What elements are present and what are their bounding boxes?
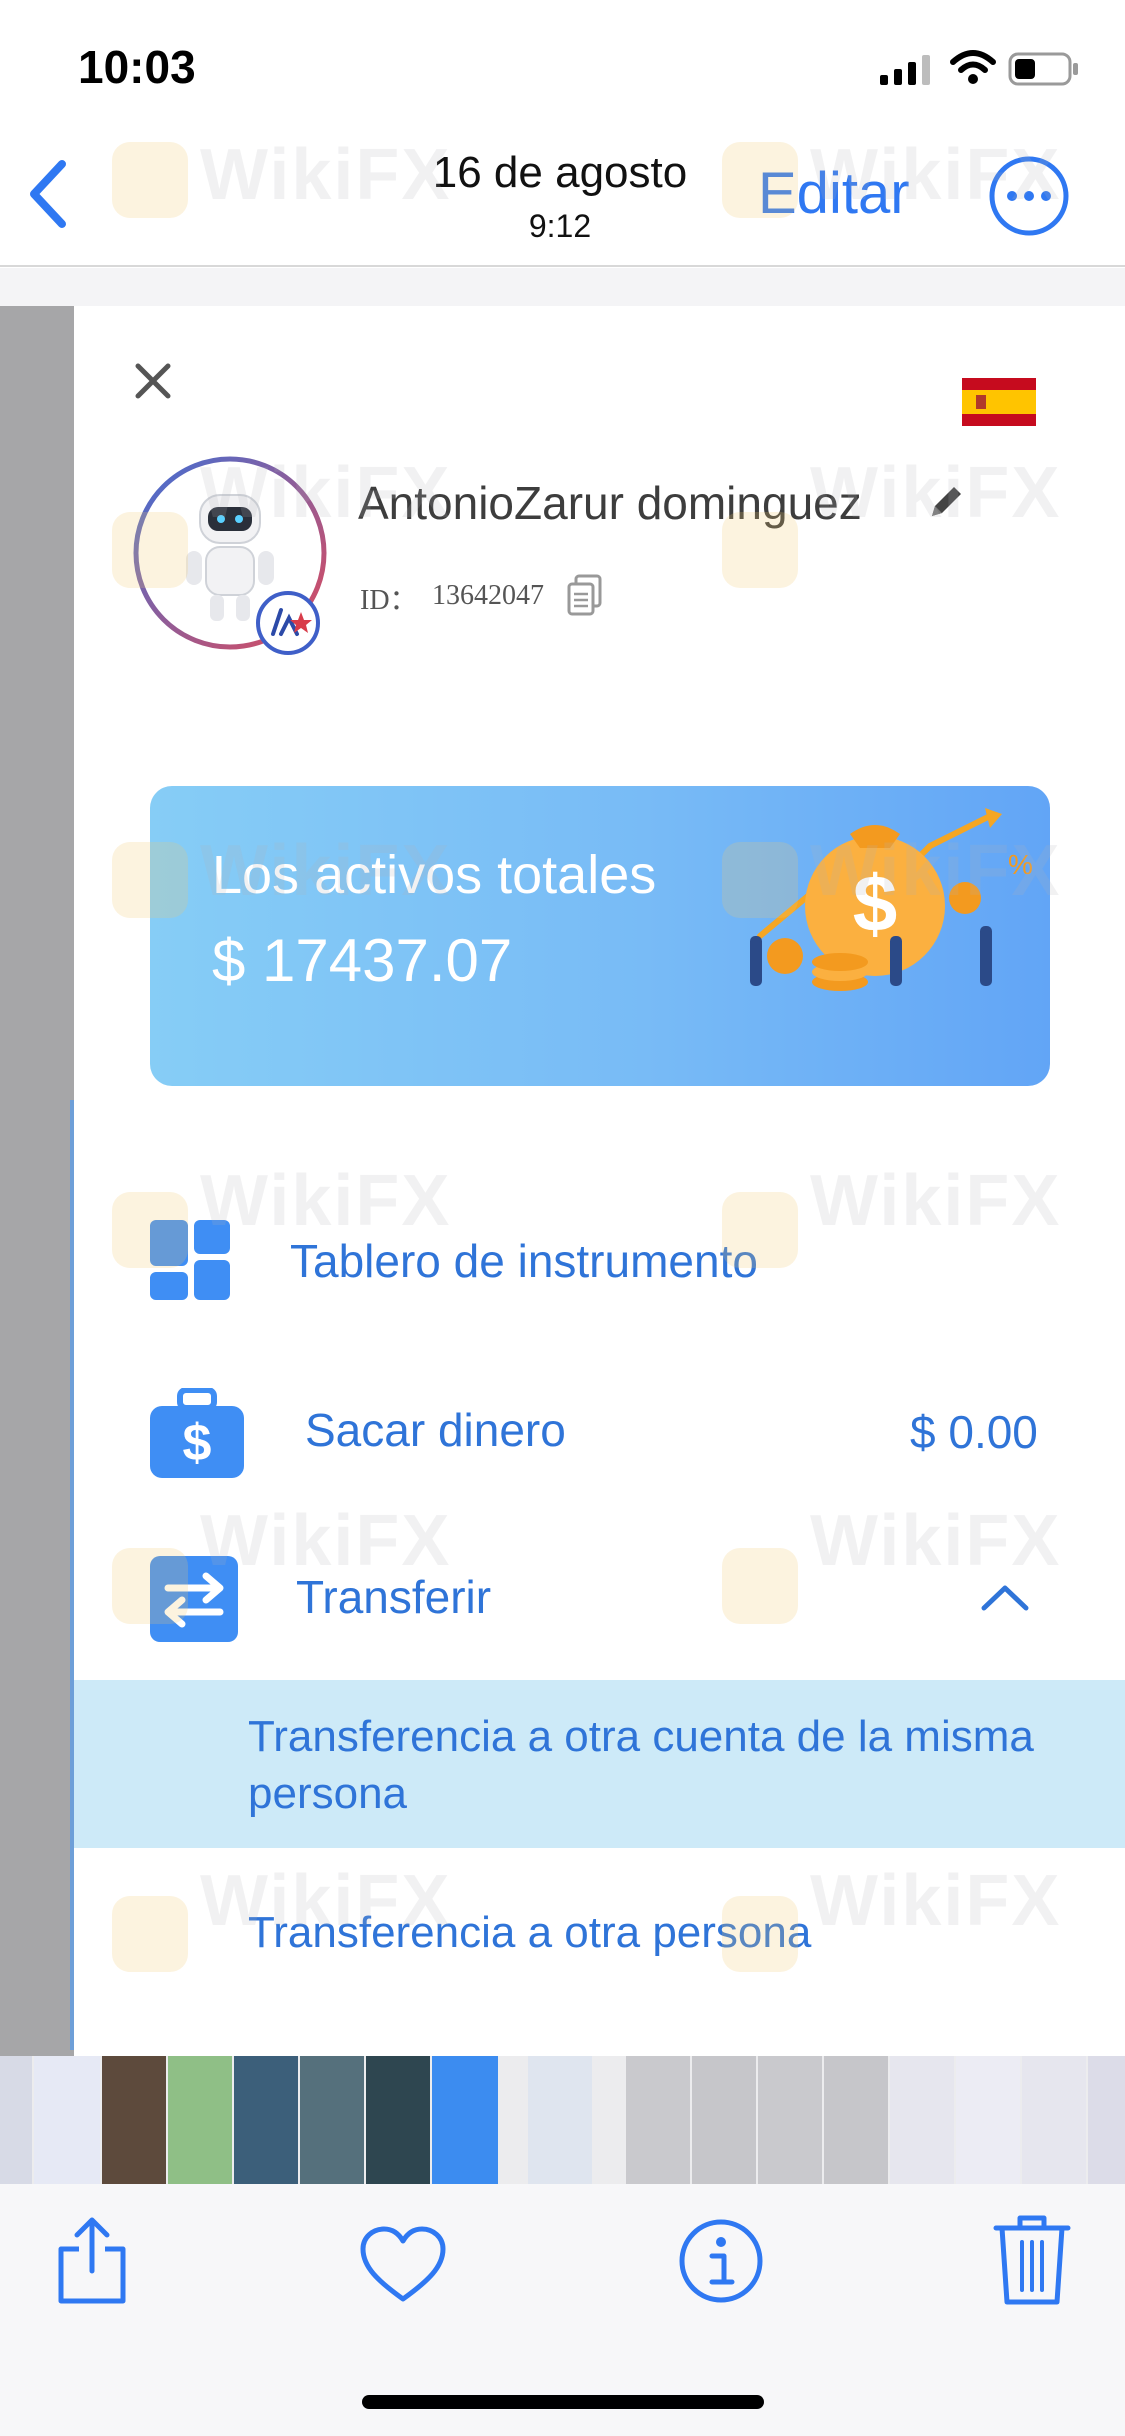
watermark-logo [722,1192,798,1268]
watermark: WikiFX [810,1861,1062,1941]
thumbnail[interactable] [0,2056,32,2184]
watermark: WikiFX [200,831,452,911]
wallet-dollar-icon: $ [150,1388,244,1478]
thumbnail[interactable] [1022,2056,1086,2184]
svg-text:$: $ [183,1414,212,1472]
watermark-logo [722,1896,798,1972]
share-icon[interactable] [55,2215,129,2305]
menu-item-dashboard[interactable]: Tablero de instrumento [290,1234,758,1288]
battery-icon [1008,52,1078,86]
thumbnail[interactable] [1088,2056,1125,2184]
back-chevron-icon[interactable] [24,158,74,230]
watermark-logo [722,842,798,918]
withdraw-amount: $ 0.00 [910,1406,1038,1458]
watermark: WikiFX [200,1501,452,1581]
watermark-logo [112,512,188,588]
thumbnail[interactable] [956,2056,1020,2184]
thumbnail[interactable] [234,2056,298,2184]
copy-icon[interactable] [566,574,604,618]
watermark-logo [722,1548,798,1624]
watermark: WikiFX [810,1161,1062,1241]
thumbnail[interactable] [102,2056,166,2184]
thumbnail[interactable] [366,2056,430,2184]
watermark: WikiFX [200,135,452,215]
spain-flag-icon [962,378,1036,426]
watermark: WikiFX [200,453,452,533]
thumbnail[interactable] [890,2056,954,2184]
watermark-logo [722,512,798,588]
vip-badge-icon [256,591,320,655]
home-indicator[interactable] [362,2395,764,2409]
watermark: WikiFX [810,831,1062,911]
thumbnail[interactable] [168,2056,232,2184]
watermark-logo [112,142,188,218]
info-icon[interactable] [678,2218,764,2304]
watermark: WikiFX [810,453,1062,533]
status-time: 10:03 [78,41,196,93]
watermark: WikiFX [810,1501,1062,1581]
close-icon[interactable] [132,360,174,402]
cellular-signal-icon [880,55,930,85]
thumbnail[interactable] [300,2056,364,2184]
watermark-logo [112,1896,188,1972]
profile-id-label: ID： [360,585,418,616]
thumbnail[interactable] [758,2056,822,2184]
thumbnail-strip[interactable] [0,2056,1125,2184]
watermark: WikiFX [200,1861,452,1941]
trash-icon[interactable] [992,2212,1072,2308]
screenshot-overlay-strip [0,306,74,2056]
watermark-logo [112,842,188,918]
watermark-logo [722,142,798,218]
thumbnail[interactable] [824,2056,888,2184]
heart-icon[interactable] [358,2225,448,2305]
nav-divider [0,265,1125,267]
chevron-up-icon[interactable] [980,1582,1030,1612]
thumbnail[interactable] [626,2056,690,2184]
menu-item-withdraw[interactable]: Sacar dinero [305,1403,566,1457]
total-assets-amount: $ 17437.07 [212,927,513,994]
thumbnail[interactable] [432,2056,498,2184]
wifi-icon [950,50,996,84]
watermark: WikiFX [810,135,1062,215]
submenu-transfer-same-person[interactable]: Transferencia a otra cuenta de la misma … [248,1708,1048,1822]
thumbnail-current[interactable] [528,2056,592,2184]
watermark: WikiFX [200,1161,452,1241]
screenshot-top-band [0,268,1125,308]
watermark-logo [112,1192,188,1268]
profile-id-value: 13642047 [432,580,544,611]
thumbnail[interactable] [34,2056,100,2184]
thumbnail[interactable] [692,2056,756,2184]
watermark-logo [112,1548,188,1624]
